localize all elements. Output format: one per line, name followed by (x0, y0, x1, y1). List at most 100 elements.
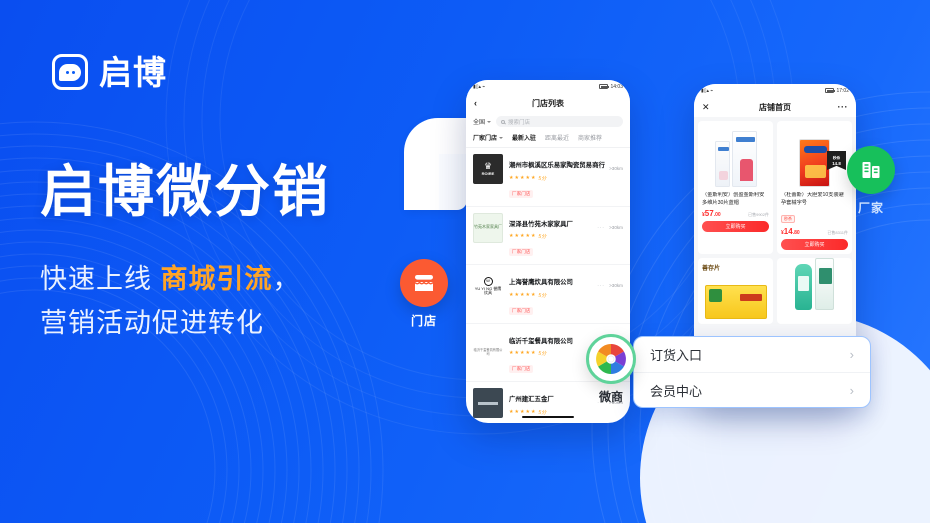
tab-factory-stores-label: 厂家门店 (473, 136, 498, 142)
store-logo-text: ROIRE (481, 170, 495, 176)
buy-now-button[interactable]: 立即购买 (781, 239, 848, 250)
search-input[interactable]: 搜索门店 (496, 116, 623, 127)
hero-subtitle: 快速上线 商城引流， 营销活动促进转化 (40, 258, 301, 345)
chevron-down-icon (499, 136, 504, 139)
status-signal-icons: ▮▯▴ ⌁ (701, 87, 714, 94)
buy-now-button[interactable]: 立即购买 (702, 221, 769, 232)
hero-subtitle-line1: 快速上线 商城引流， (40, 258, 301, 302)
product-image (702, 275, 769, 319)
menu-item-member-center[interactable]: 会员中心 › (634, 372, 870, 407)
product-grid: （金斯利安）创盈金斯利安多维片30片蓝帽 ¥57.00 已售9902件 立即购买… (698, 121, 852, 254)
store-meta: ··· >30km (597, 216, 623, 234)
store-logo: ♛ ROIRE (473, 154, 503, 184)
product-image (702, 125, 769, 189)
status-badge: 厂家门店 (509, 248, 534, 256)
decorative-white-tab (404, 118, 467, 210)
search-icon (501, 119, 506, 124)
store-distance: >30km (609, 224, 623, 230)
floating-menu: 订货入口 › 会员中心 › (633, 336, 871, 408)
more-dots-icon[interactable]: ··· (838, 102, 849, 112)
chevron-right-icon: › (849, 347, 854, 362)
status-right: 17:02 (825, 88, 849, 94)
table-row[interactable]: 竹苑木家家具厂 深泽县竹苑木家家具厂 ★ ★ ★ ★ ★ 5分 厂家门店 ··· >30… (466, 207, 630, 265)
status-right: 14:03 (599, 84, 623, 90)
badge-store-label: 门店 (410, 314, 437, 328)
table-row[interactable]: W YU YI NG 誉鹰炊具 上海誉鹰炊具有限公司 ★ ★ ★ ★ ★ 5分 厂家门店 … (466, 265, 630, 324)
store-meta: ··· >30km (597, 274, 623, 292)
building-icon (847, 146, 895, 194)
hero-sub-a: 快速上线 (40, 264, 161, 294)
product-brand: 善存片 (702, 266, 721, 272)
promo-banner: 启博 启博微分销 快速上线 商城引流， 营销活动促进转化 ▮▯▴ ⌁ 14:03… (0, 0, 930, 523)
more-dots-icon[interactable]: ··· (597, 225, 605, 231)
nav-title: 店铺首页 (759, 102, 791, 112)
nav-bar: ✕ 店铺首页 ··· (694, 97, 856, 117)
badge-store[interactable]: 门店 (400, 259, 448, 329)
table-row[interactable]: ♛ ROIRE 潮州市枫溪区乐易家陶瓷贸易商行 ★ ★ ★ ★ ★ 5分 厂家门店 ···… (466, 148, 630, 207)
sort-tabs: 厂家门店 最新入驻 距离最近 商家推荐 (466, 131, 630, 147)
store-name: 深泽县竹苑木家家具厂 (509, 220, 573, 228)
more-dots-icon[interactable]: ··· (597, 283, 605, 289)
flash-sale-tag: 秒杀 14.8 (827, 151, 846, 170)
status-badge: 厂家门店 (509, 365, 534, 373)
chevron-right-icon: › (849, 382, 854, 398)
more-dots-icon[interactable]: ··· (597, 166, 605, 172)
menu-item-order-entry[interactable]: 订货入口 › (634, 337, 870, 372)
rating-score: 5分 (538, 175, 547, 182)
rating-score: 5分 (538, 292, 547, 299)
product-grid-row2: 善存片 (698, 258, 852, 324)
product-title: （金斯利安）创盈金斯利安多维片30片蓝帽 (702, 192, 765, 206)
phone-notch (520, 80, 576, 92)
chevron-down-icon (487, 120, 492, 123)
hero-sub-highlight: 商城引流 (160, 264, 273, 294)
badge-factory[interactable]: 厂家 (847, 146, 895, 216)
store-name: 上海誉鹰炊具有限公司 (509, 279, 573, 286)
price-integer: 57 (704, 209, 714, 218)
store-logo: W YU YI NG 誉鹰炊具 (473, 271, 503, 301)
region-filter[interactable]: 全国 (473, 117, 492, 126)
nav-bar: ‹ 门店列表 (466, 93, 630, 113)
price-integer: 14 (783, 227, 793, 236)
brand-logo[interactable]: 启博 (52, 54, 167, 90)
store-distance: >30km (609, 283, 623, 288)
flash-sale-price: 14.8 (832, 160, 841, 166)
price-decimal: .80 (792, 230, 800, 236)
product-card[interactable]: （金斯利安）创盈金斯利安多维片30片蓝帽 ¥57.00 已售9902件 立即购买 (698, 121, 773, 254)
chat-bubble-square-icon (52, 54, 88, 90)
phone-notch (747, 84, 803, 96)
store-distance: >30km (609, 166, 623, 171)
tab-recommended[interactable]: 商家推荐 (578, 133, 602, 142)
promo-tag: 秒杀 (781, 215, 795, 223)
store-name: 广州建汇五金厂 (509, 396, 554, 403)
product-price: ¥14.80 (781, 227, 800, 236)
status-badge: 厂家门店 (509, 306, 534, 315)
tab-factory-stores[interactable]: 厂家门店 (473, 133, 504, 142)
price-decimal: .00 (713, 212, 721, 218)
store-logo-text: YU YI NG 誉鹰炊具 (474, 285, 502, 295)
status-time: 17:02 (836, 87, 849, 94)
status-time: 14:03 (610, 83, 623, 90)
region-filter-label: 全国 (473, 120, 486, 126)
product-card[interactable]: 秒杀 14.8 （杜蕾斯）大胆爱10支装避孕套械字号 秒杀 ¥14.80 已售8… (777, 121, 852, 254)
menu-item-order-entry-label: 订货入口 (650, 348, 703, 363)
price-row: ¥57.00 已售9902件 (702, 209, 769, 218)
rating-score: 5分 (538, 409, 547, 416)
page-title: 启博微分销 (40, 160, 330, 223)
product-card[interactable] (777, 258, 852, 324)
rating-score: 5分 (538, 351, 547, 357)
product-card[interactable]: 善存片 (698, 258, 773, 324)
store-name: 临沂千玺餐具有限公司 (509, 337, 573, 345)
menu-item-member-center-label: 会员中心 (650, 383, 703, 399)
badge-weishang[interactable]: 微商 (586, 334, 636, 405)
status-signal-icons: ▮▯▴ ⌁ (473, 83, 486, 90)
nav-title: 门店列表 (532, 98, 564, 108)
search-placeholder: 搜索门店 (508, 119, 531, 126)
tab-newest[interactable]: 最新入驻 (512, 133, 536, 142)
rating-stars: ★ ★ ★ ★ ★ 5分 (509, 408, 547, 416)
filter-bar: 全国 搜索门店 (466, 113, 630, 131)
price-row: ¥14.80 已售8311件 (781, 227, 848, 236)
tab-nearest[interactable]: 距离最近 (545, 133, 569, 142)
rating-stars: ★ ★ ★ ★ ★ 5分 (509, 233, 547, 241)
hero-subtitle-line2: 营销活动促进转化 (40, 307, 264, 338)
store-logo: 临沂千玺餐具有限公司 (473, 329, 503, 360)
